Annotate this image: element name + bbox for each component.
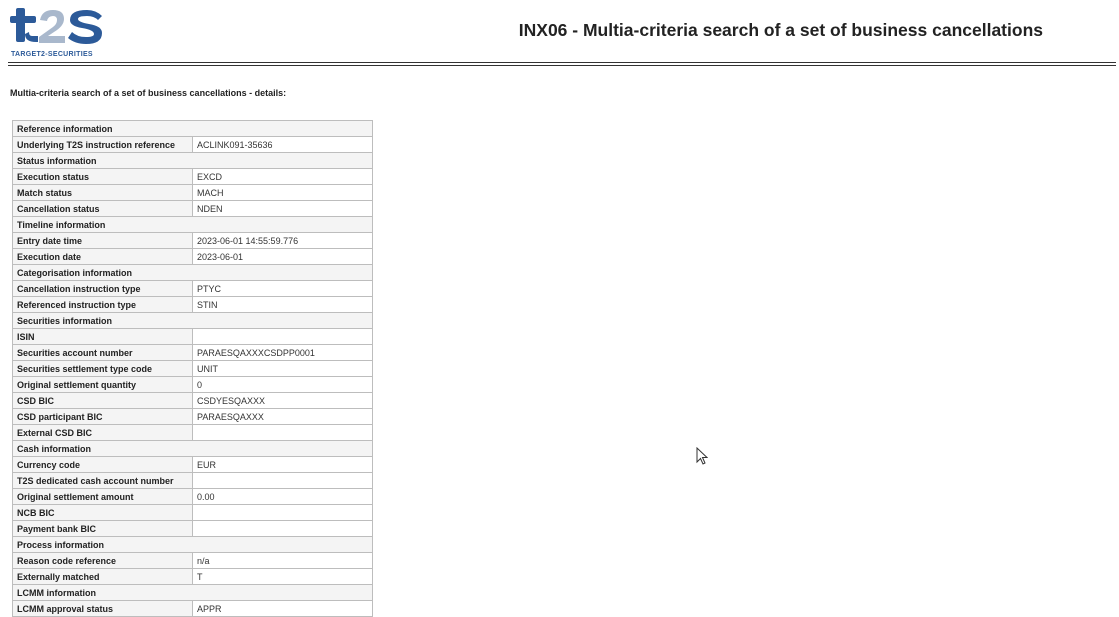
- field-label: Payment bank BIC: [12, 520, 193, 537]
- section-heading: LCMM information: [12, 584, 373, 601]
- field-value: PARAESQAXXXCSDPP0001: [192, 344, 373, 361]
- section-heading: Process information: [12, 536, 373, 553]
- section-row: Cash information: [12, 440, 373, 457]
- field-value: ACLINK091-35636: [192, 136, 373, 153]
- field-value: 0: [192, 376, 373, 393]
- field-value: 2023-06-01 14:55:59.776: [192, 232, 373, 249]
- table-row: Reason code reference n/a: [12, 552, 373, 569]
- field-label: Cancellation instruction type: [12, 280, 193, 297]
- field-value: APPR: [192, 600, 373, 617]
- field-label: Entry date time: [12, 232, 193, 249]
- field-value: [192, 472, 373, 489]
- section-row: Securities information: [12, 312, 373, 329]
- table-row: Referenced instruction type STIN: [12, 296, 373, 313]
- table-row: Payment bank BIC: [12, 520, 373, 537]
- section-heading: Cash information: [12, 440, 373, 457]
- field-label: Securities settlement type code: [12, 360, 193, 377]
- field-label: Original settlement amount: [12, 488, 193, 505]
- logo-subtitle: TARGET2-SECURITIES: [11, 51, 93, 58]
- table-row: Securities settlement type code UNIT: [12, 360, 373, 377]
- table-row: CSD BIC CSDYESQAXXX: [12, 392, 373, 409]
- field-label: Execution date: [12, 248, 193, 265]
- section-row: Reference information: [12, 120, 373, 137]
- field-label: Referenced instruction type: [12, 296, 193, 313]
- field-value: PARAESQAXXX: [192, 408, 373, 425]
- details-subtitle: Multia-criteria search of a set of busin…: [10, 88, 287, 98]
- field-label: NCB BIC: [12, 504, 193, 521]
- page-title: INX06 - Multia-criteria search of a set …: [518, 20, 1043, 40]
- field-label: Currency code: [12, 456, 193, 473]
- field-label: Externally matched: [12, 568, 193, 585]
- field-value: 2023-06-01: [192, 248, 373, 265]
- t2s-logo-graphic: [10, 8, 102, 44]
- section-row: Status information: [12, 152, 373, 169]
- field-value: [192, 504, 373, 521]
- table-row: T2S dedicated cash account number: [12, 472, 373, 489]
- section-heading: Securities information: [12, 312, 373, 329]
- field-value: [192, 424, 373, 441]
- page-header: TARGET2-SECURITIES INX06 - Multia-criter…: [0, 0, 1119, 62]
- field-label: CSD BIC: [12, 392, 193, 409]
- field-value: T: [192, 568, 373, 585]
- table-row: LCMM approval status APPR: [12, 600, 373, 617]
- table-row: Execution status EXCD: [12, 168, 373, 185]
- mouse-pointer-icon: [696, 446, 709, 465]
- field-value: UNIT: [192, 360, 373, 377]
- section-heading: Timeline information: [12, 216, 373, 233]
- field-label: CSD participant BIC: [12, 408, 193, 425]
- table-row: ISIN: [12, 328, 373, 345]
- section-row: LCMM information: [12, 584, 373, 601]
- t2s-logo: TARGET2-SECURITIES: [8, 6, 108, 60]
- table-row: NCB BIC: [12, 504, 373, 521]
- field-label: Match status: [12, 184, 193, 201]
- table-row: Cancellation status NDEN: [12, 200, 373, 217]
- field-value: [192, 328, 373, 345]
- table-row: Execution date 2023-06-01: [12, 248, 373, 265]
- table-row: Securities account number PARAESQAXXXCSDP…: [12, 344, 373, 361]
- table-row: Entry date time 2023-06-01 14:55:59.776: [12, 232, 373, 249]
- section-heading: Reference information: [12, 120, 373, 137]
- field-value: EUR: [192, 456, 373, 473]
- section-row: Timeline information: [12, 216, 373, 233]
- field-label: Original settlement quantity: [12, 376, 193, 393]
- field-label: ISIN: [12, 328, 193, 345]
- table-row: Underlying T2S instruction reference ACLI…: [12, 136, 373, 153]
- cancellation-details-table: Reference information Underlying T2S ins…: [12, 120, 373, 617]
- section-row: Categorisation information: [12, 264, 373, 281]
- table-row: CSD participant BIC PARAESQAXXX: [12, 408, 373, 425]
- field-value: CSDYESQAXXX: [192, 392, 373, 409]
- field-label: External CSD BIC: [12, 424, 193, 441]
- section-row: Process information: [12, 536, 373, 553]
- field-value: MACH: [192, 184, 373, 201]
- table-row: Match status MACH: [12, 184, 373, 201]
- field-value: [192, 520, 373, 537]
- header-divider: [8, 62, 1116, 63]
- section-heading: Status information: [12, 152, 373, 169]
- field-value: EXCD: [192, 168, 373, 185]
- table-row: Cancellation instruction type PTYC: [12, 280, 373, 297]
- table-row: Original settlement amount 0.00: [12, 488, 373, 505]
- table-row: Currency code EUR: [12, 456, 373, 473]
- field-value: NDEN: [192, 200, 373, 217]
- field-label: Reason code reference: [12, 552, 193, 569]
- field-label: Cancellation status: [12, 200, 193, 217]
- table-row: External CSD BIC: [12, 424, 373, 441]
- field-value: 0.00: [192, 488, 373, 505]
- field-value: STIN: [192, 296, 373, 313]
- field-label: T2S dedicated cash account number: [12, 472, 193, 489]
- field-value: PTYC: [192, 280, 373, 297]
- field-value: n/a: [192, 552, 373, 569]
- field-label: Securities account number: [12, 344, 193, 361]
- table-row: Externally matched T: [12, 568, 373, 585]
- field-label: Underlying T2S instruction reference: [12, 136, 193, 153]
- field-label: LCMM approval status: [12, 600, 193, 617]
- table-row: Original settlement quantity 0: [12, 376, 373, 393]
- field-label: Execution status: [12, 168, 193, 185]
- header-divider-secondary: [8, 65, 1116, 66]
- section-heading: Categorisation information: [12, 264, 373, 281]
